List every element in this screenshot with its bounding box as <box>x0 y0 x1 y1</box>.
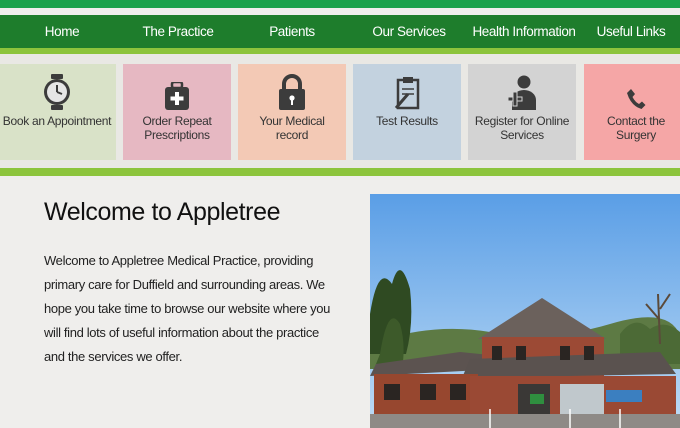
welcome-section: Welcome to Appletree Welcome to Appletre… <box>0 176 680 428</box>
clipboard-icon <box>394 64 420 114</box>
nav-patients[interactable]: Patients <box>232 15 352 48</box>
page-title: Welcome to Appletree <box>44 198 281 226</box>
practice-building-photo <box>370 194 680 428</box>
tile-book-appointment[interactable]: Book an Appointment <box>0 64 116 160</box>
clock-icon <box>43 64 71 114</box>
medicine-bag-icon <box>165 64 189 114</box>
nav-our-services[interactable]: Our Services <box>352 15 466 48</box>
quick-links-band: Book an Appointment Order Repeat Prescri… <box>0 54 680 168</box>
tile-your-medical-record[interactable]: Your Medical record <box>238 64 346 160</box>
nav-home[interactable]: Home <box>0 15 124 48</box>
nav-useful-links[interactable]: Useful Links <box>582 15 680 48</box>
tile-label: Contact the Surgery <box>606 114 666 142</box>
nav-health-information[interactable]: Health Information <box>466 15 582 48</box>
tile-order-repeat-prescriptions[interactable]: Order Repeat Prescriptions <box>123 64 231 160</box>
tile-label: Order Repeat Prescriptions <box>142 114 212 142</box>
welcome-text: Welcome to Appletree Medical Practice, p… <box>44 253 331 364</box>
nav-the-practice[interactable]: The Practice <box>124 15 232 48</box>
tile-label: Book an Appointment <box>2 114 112 128</box>
top-accent-stripe <box>0 0 680 8</box>
tile-register-online-services[interactable]: Register for Online Services <box>468 64 576 160</box>
user-add-icon <box>506 64 538 114</box>
section-divider <box>0 168 680 176</box>
tile-contact-surgery[interactable]: Contact the Surgery <box>584 64 680 160</box>
tile-test-results[interactable]: Test Results <box>353 64 461 160</box>
tile-label: Your Medical record <box>259 114 325 142</box>
main-navigation: Home The Practice Patients Our Services … <box>0 15 680 48</box>
padlock-icon <box>279 64 305 114</box>
tile-label: Register for Online Services <box>474 114 570 142</box>
phone-icon <box>626 64 646 114</box>
tile-label: Test Results <box>376 114 438 128</box>
